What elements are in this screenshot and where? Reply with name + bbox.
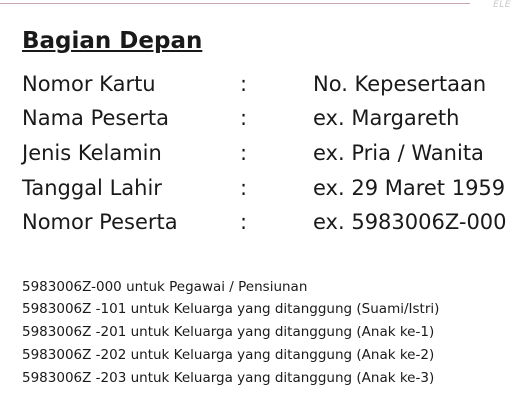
field-label: Nomor Peserta	[22, 210, 178, 234]
field-separator: :	[240, 72, 248, 96]
note-line: 5983006Z -201 untuk Keluarga yang ditang…	[22, 324, 435, 340]
header-corner-label: ELE	[493, 0, 511, 10]
note-line: 5983006Z-000 untuk Pegawai / Pensiunan	[22, 279, 308, 295]
field-row-birth-date: Tanggal Lahir : ex. 29 Maret 1959	[0, 176, 511, 206]
field-row-card-number: Nomor Kartu : No. Kepesertaan	[0, 72, 511, 102]
field-value: ex. Margareth	[313, 106, 460, 130]
note-line: 5983006Z -203 untuk Keluarga yang ditang…	[22, 370, 435, 386]
field-separator: :	[240, 141, 248, 165]
field-label: Tanggal Lahir	[22, 176, 162, 200]
field-value: ex. 5983006Z-000	[313, 210, 507, 234]
field-row-gender: Jenis Kelamin : ex. Pria / Wanita	[0, 141, 511, 171]
field-label: Nama Peserta	[22, 106, 170, 130]
field-row-participant-name: Nama Peserta : ex. Margareth	[0, 106, 511, 136]
field-value: ex. Pria / Wanita	[313, 141, 484, 165]
note-line: 5983006Z -202 untuk Keluarga yang ditang…	[22, 347, 435, 363]
field-label: Nomor Kartu	[22, 72, 156, 96]
header-divider-line	[0, 3, 470, 4]
note-line: 5983006Z -101 untuk Keluarga yang ditang…	[22, 301, 440, 317]
field-separator: :	[240, 210, 248, 234]
section-title: Bagian Depan	[22, 28, 203, 54]
field-label: Jenis Kelamin	[22, 141, 162, 165]
field-row-participant-number: Nomor Peserta : ex. 5983006Z-000	[0, 210, 511, 240]
field-separator: :	[240, 176, 248, 200]
field-value: No. Kepesertaan	[313, 72, 487, 96]
field-value: ex. 29 Maret 1959	[313, 176, 506, 200]
field-separator: :	[240, 106, 248, 130]
